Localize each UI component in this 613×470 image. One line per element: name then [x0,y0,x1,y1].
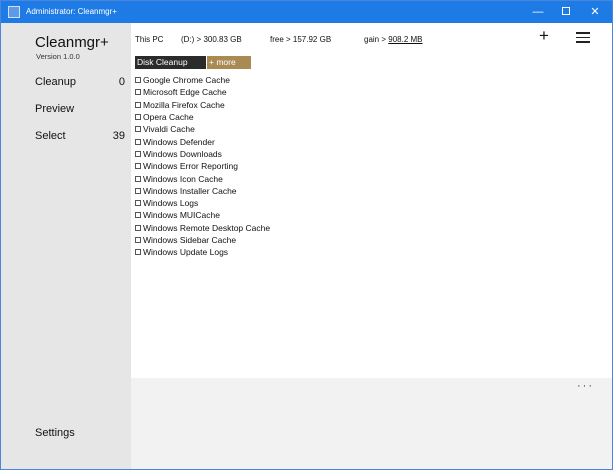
checkbox[interactable] [135,200,141,207]
minimize-button[interactable]: — [523,1,553,23]
checkbox[interactable] [135,224,141,231]
list-item[interactable]: Mozilla Firefox Cache [135,99,270,111]
list-item-label: Windows Remote Desktop Cache [143,222,271,233]
free-space: free > 157.92 GB [270,35,332,44]
list-item-label: Windows Sidebar Cache [143,235,237,245]
list-item-label: Opera Cache [143,112,194,123]
more-options-icon[interactable]: ··· [577,380,594,392]
sidebar: Cleanmgr+ Version 1.0.0 Cleanup 0 Previe… [1,23,131,469]
list-item[interactable]: Windows Logs [135,197,270,209]
list-item-label: Microsoft Edge Cache [143,87,227,98]
list-item[interactable]: Windows Sidebar Cache [135,234,270,246]
checkbox[interactable] [135,175,141,182]
checkbox[interactable] [135,150,141,157]
window-title: Administrator: Cleanmgr+ [26,7,117,16]
nav-item-label: Preview [35,103,75,115]
list-item-label: Vivaldi Cache [143,124,195,135]
list-item[interactable]: Windows Icon Cache [135,172,270,184]
list-item[interactable]: Opera Cache [135,111,270,123]
footer-panel: ··· [131,378,612,469]
this-pc-label: This PC [135,35,164,44]
close-button[interactable]: ✕ [580,1,610,23]
gain-value-link[interactable]: 908.2 MB [388,35,422,44]
gain-label: gain > [364,35,389,44]
checkbox[interactable] [135,187,141,194]
list-item[interactable]: Windows Installer Cache [135,185,270,197]
app-title: Cleanmgr+ [35,34,109,51]
checkbox[interactable] [135,126,141,133]
app-icon [8,6,20,18]
checkbox[interactable] [135,249,141,256]
hamburger-menu-icon[interactable] [576,32,590,44]
list-item-label: Windows Installer Cache [143,185,237,196]
more-button[interactable]: + more [207,56,251,69]
app-window: Administrator: Cleanmgr+ — ✕ Cleanmgr+ V… [0,0,613,470]
checkbox[interactable] [135,138,141,145]
cleanup-count: 0 [118,76,125,88]
title-bar[interactable]: Administrator: Cleanmgr+ — ✕ [1,1,612,23]
checkbox[interactable] [135,77,141,84]
add-icon[interactable]: + [536,26,552,46]
nav-item-label: Cleanup [35,76,76,88]
cleanup-list: Google Chrome Cache Microsoft Edge Cache M… [135,74,270,258]
list-item[interactable]: Windows Defender [135,135,270,147]
gain-info: gain > 908.2 MB [364,34,423,45]
list-item[interactable]: Windows Remote Desktop Cache [135,222,270,234]
list-item[interactable]: Windows Error Reporting [135,160,270,172]
maximize-icon [562,7,570,16]
list-item-label: Windows Error Reporting [143,161,238,172]
list-item[interactable]: Windows Update Logs [135,246,270,258]
checkbox[interactable] [135,237,141,243]
list-item-label: Windows Logs [143,198,199,209]
checkbox[interactable] [135,212,141,219]
disk-cleanup-button[interactable]: Disk Cleanup [135,56,206,69]
list-item-label: Windows Downloads [143,148,222,159]
list-item-label: Windows Icon Cache [143,173,223,184]
list-item[interactable]: Microsoft Edge Cache [135,86,270,98]
list-item-label: Windows Update Logs [143,247,229,258]
list-item[interactable]: Vivaldi Cache [135,123,270,135]
select-count: 39 [112,130,125,142]
list-item[interactable]: Windows Downloads [135,148,270,160]
checkbox[interactable] [135,89,141,96]
checkbox[interactable] [135,101,141,108]
checkbox[interactable] [135,114,141,121]
list-item-label: Windows MUICache [143,210,220,221]
nav-item-label: Select [35,130,66,142]
checkbox[interactable] [135,163,141,170]
list-item-label: Windows Defender [143,136,215,147]
list-item[interactable]: Windows MUICache [135,209,270,221]
nav-item-label: Settings [35,427,75,439]
list-item-label: Mozilla Firefox Cache [143,99,225,110]
maximize-button[interactable] [551,1,581,23]
list-item[interactable]: Google Chrome Cache [135,74,270,86]
list-item-label: Google Chrome Cache [143,75,230,86]
drive-size: (D:) > 300.83 GB [181,35,242,44]
main-panel: This PC (D:) > 300.83 GB free > 157.92 G… [131,23,612,378]
app-version: Version 1.0.0 [36,52,80,61]
